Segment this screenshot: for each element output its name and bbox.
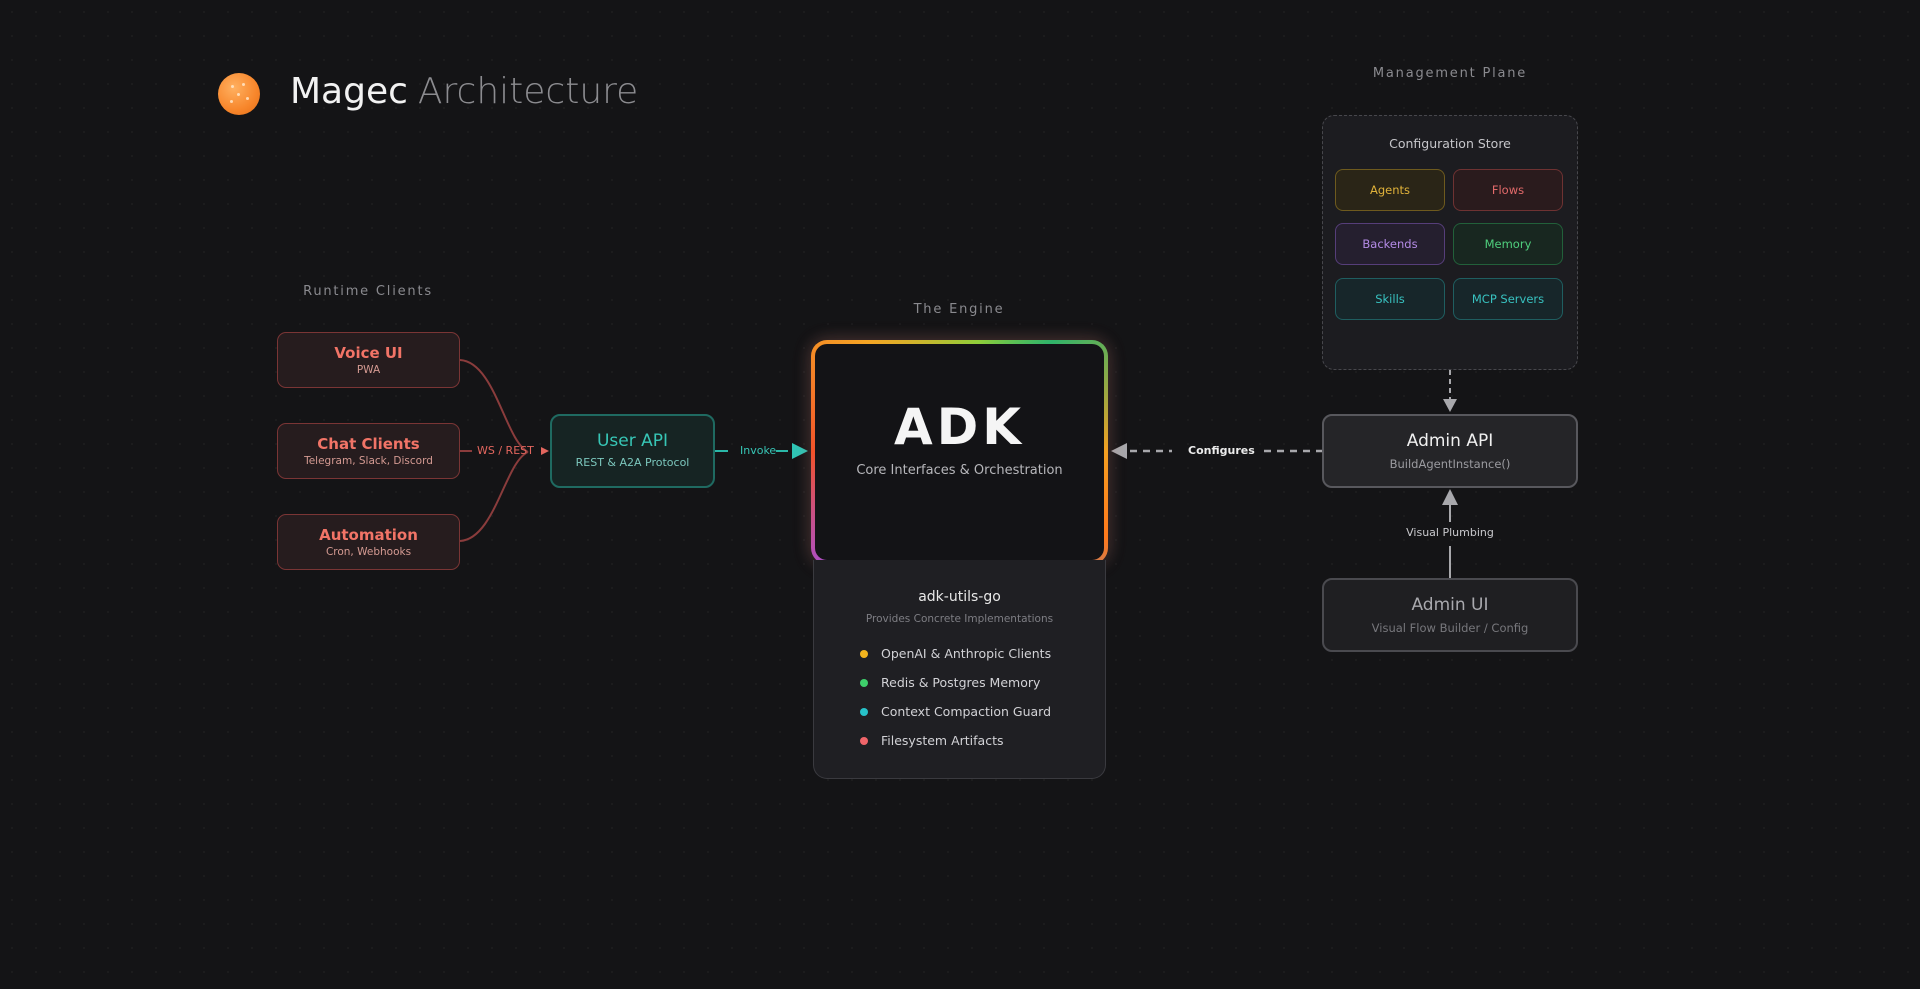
utils-list-item: Redis & Postgres Memory	[860, 668, 1105, 697]
edge-label-configures: Configures	[1188, 444, 1255, 457]
magec-logo-icon	[218, 73, 260, 115]
adk-title: ADK	[894, 398, 1025, 456]
client-name: Automation	[319, 526, 418, 544]
title-secondary: Architecture	[417, 71, 639, 112]
section-label-runtime-clients: Runtime Clients	[303, 284, 433, 299]
client-automation[interactable]: Automation Cron, Webhooks	[277, 514, 460, 570]
bullet-icon	[860, 649, 868, 658]
connector-automation	[459, 451, 529, 542]
utils-item-label: Redis & Postgres Memory	[881, 675, 1041, 690]
adk-engine-inner: ADK Core Interfaces & Orchestration	[815, 344, 1104, 560]
chip-backends[interactable]: Backends	[1335, 223, 1445, 265]
user-api-name: User API	[596, 431, 669, 451]
configuration-store: Configuration Store Agents Flows Backend…	[1322, 115, 1578, 370]
configures-arrowhead	[1111, 443, 1127, 459]
user-api-sub: REST & A2A Protocol	[575, 456, 690, 469]
client-sub: PWA	[356, 364, 381, 376]
client-sub: Cron, Webhooks	[325, 546, 412, 558]
user-api-node[interactable]: User API REST & A2A Protocol	[550, 414, 715, 488]
admin-ui-node[interactable]: Admin UI Visual Flow Builder / Config	[1322, 578, 1578, 652]
store-to-admin-arrowhead	[1443, 399, 1457, 412]
ws-rest-arrowhead	[541, 447, 549, 455]
bullet-icon	[860, 707, 868, 716]
utils-item-label: Context Compaction Guard	[881, 704, 1052, 719]
admin-ui-name: Admin UI	[1411, 595, 1489, 615]
adk-subtitle: Core Interfaces & Orchestration	[856, 463, 1063, 478]
page-title: Magec Architecture	[290, 68, 638, 116]
admin-api-sub: BuildAgentInstance()	[1389, 457, 1511, 471]
admin-api-name: Admin API	[1406, 431, 1494, 451]
client-voice-ui[interactable]: Voice UI PWA	[277, 332, 460, 388]
invoke-arrowhead	[792, 443, 808, 459]
section-label-engine: The Engine	[913, 302, 1005, 317]
utils-item-label: Filesystem Artifacts	[881, 733, 1004, 748]
utils-list-item: Context Compaction Guard	[860, 697, 1105, 726]
client-sub: Telegram, Slack, Discord	[304, 455, 433, 467]
utils-item-label: OpenAI & Anthropic Clients	[881, 646, 1052, 661]
section-label-management-plane: Management Plane	[1372, 66, 1528, 81]
connector-voice-ui	[459, 359, 529, 453]
client-chat-clients[interactable]: Chat Clients Telegram, Slack, Discord	[277, 423, 460, 479]
client-name: Voice UI	[334, 344, 403, 362]
chip-flows[interactable]: Flows	[1453, 169, 1563, 211]
admin-ui-sub: Visual Flow Builder / Config	[1371, 621, 1529, 635]
edge-label-visual-plumbing: Visual Plumbing	[1406, 526, 1494, 539]
utils-list: OpenAI & Anthropic Clients Redis & Postg…	[814, 639, 1105, 755]
edge-label-invoke: Invoke	[740, 444, 777, 457]
bullet-icon	[860, 736, 868, 745]
bullet-icon	[860, 678, 868, 687]
client-name: Chat Clients	[317, 435, 420, 453]
utils-list-item: Filesystem Artifacts	[860, 726, 1105, 755]
chip-skills[interactable]: Skills	[1335, 278, 1445, 320]
utils-subtitle: Provides Concrete Implementations	[865, 613, 1054, 625]
title-primary: Magec	[290, 71, 408, 112]
utils-title: adk-utils-go	[918, 589, 1001, 605]
chip-agents[interactable]: Agents	[1335, 169, 1445, 211]
plumbing-arrowhead	[1442, 489, 1458, 505]
admin-api-node[interactable]: Admin API BuildAgentInstance()	[1322, 414, 1578, 488]
store-title: Configuration Store	[1389, 136, 1511, 151]
utils-list-item: OpenAI & Anthropic Clients	[860, 639, 1105, 668]
chip-memory[interactable]: Memory	[1453, 223, 1563, 265]
edge-label-ws-rest: WS / REST	[477, 444, 534, 457]
adk-engine-node[interactable]: ADK Core Interfaces & Orchestration	[811, 340, 1108, 564]
chip-mcp-servers[interactable]: MCP Servers	[1453, 278, 1563, 320]
adk-utils-panel: adk-utils-go Provides Concrete Implement…	[813, 560, 1106, 779]
